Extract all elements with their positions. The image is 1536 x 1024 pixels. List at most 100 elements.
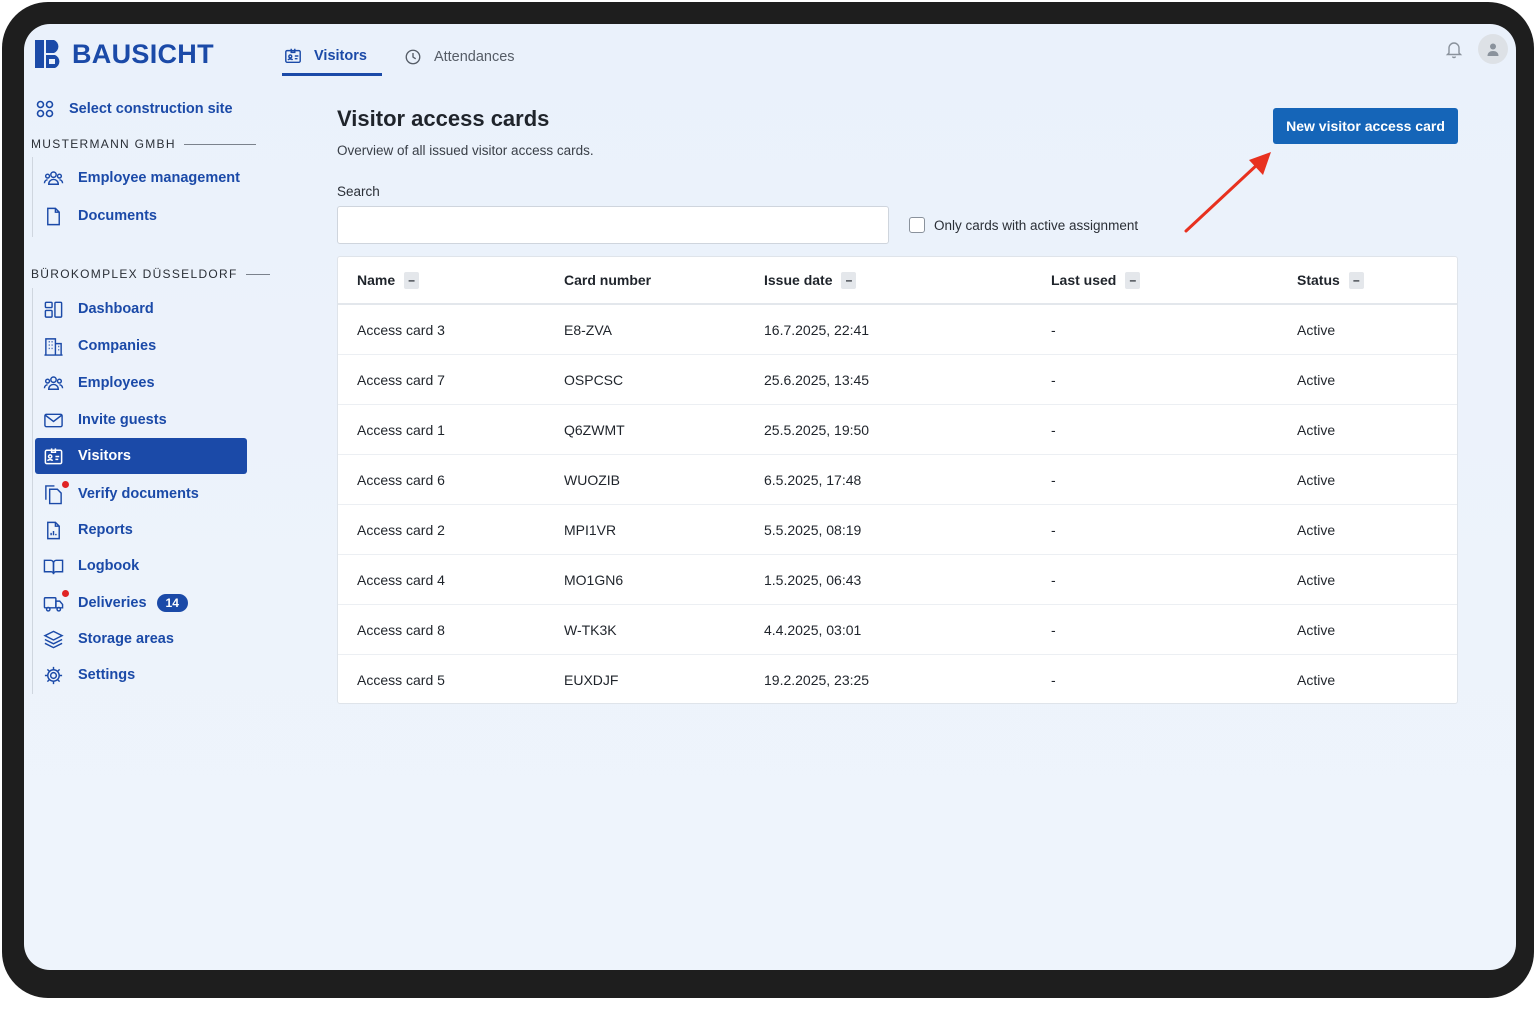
annotation-arrow-icon: [1184, 152, 1271, 233]
cell-status: Active: [1297, 672, 1336, 688]
cell-last-used: -: [1051, 421, 1056, 438]
sidebar-item-logbook[interactable]: Logbook: [35, 548, 247, 584]
icon-wrapper: [43, 480, 69, 505]
active-assignment-filter[interactable]: Only cards with active assignment: [909, 217, 1138, 233]
column-label: Issue date: [764, 272, 833, 288]
sidebar-item-label: Companies: [78, 338, 157, 354]
site-section-label: BÜROKOMPLEX DÜSSELDORF: [31, 267, 270, 281]
search-input[interactable]: [337, 206, 889, 244]
cell-card-number: MO1GN6: [564, 571, 624, 588]
deliveries-count-badge: 14: [156, 594, 188, 612]
active-assignment-checkbox[interactable]: [909, 217, 925, 233]
new-visitor-card-button[interactable]: New visitor access card: [1273, 108, 1458, 144]
sidebar-item-invite-guests[interactable]: Invite guests: [35, 402, 247, 438]
sidebar-item-reports[interactable]: Reports: [35, 512, 247, 548]
table-row[interactable]: Access card 4 MO1GN6 1.5.2025, 06:43 - A…: [338, 555, 1457, 605]
cell-issue-date: 1.5.2025, 06:43: [764, 571, 862, 588]
cell-card-number: OSPCSC: [564, 371, 624, 388]
clock-icon: [405, 49, 421, 65]
table-row[interactable]: Access card 2 MPI1VR 5.5.2025, 08:19 - A…: [338, 505, 1457, 555]
cell-status: Active: [1297, 521, 1336, 538]
visitor-cards-table: Name – Card number Issue date – Last use…: [337, 256, 1458, 704]
user-avatar-icon[interactable]: [1478, 34, 1508, 64]
truck-icon: [43, 596, 64, 612]
section-title: MUSTERMANN GMBH: [31, 137, 176, 151]
sidebar-item-settings[interactable]: Settings: [35, 657, 247, 693]
cell-card-number: E8-ZVA: [564, 321, 612, 338]
divider: [183, 143, 256, 145]
sort-icon[interactable]: –: [1348, 271, 1364, 289]
table-row[interactable]: Access card 5 EUXDJF 19.2.2025, 23:25 - …: [338, 655, 1457, 705]
column-header-issue-date[interactable]: Issue date –: [764, 271, 1051, 289]
notification-dot: [62, 589, 69, 597]
cell-status: Active: [1297, 571, 1336, 588]
cell-status: Active: [1297, 371, 1336, 388]
sidebar-item-deliveries[interactable]: Deliveries 14: [35, 585, 247, 621]
column-header-name[interactable]: Name –: [338, 271, 564, 289]
page-title: Visitor access cards: [337, 106, 550, 131]
cell-issue-date: 25.5.2025, 19:50: [764, 421, 870, 438]
table-row[interactable]: Access card 1 Q6ZWMT 25.5.2025, 19:50 - …: [338, 405, 1457, 455]
logo-mark-icon: [35, 40, 60, 68]
table-row[interactable]: Access card 8 W-TK3K 4.4.2025, 03:01 - A…: [338, 605, 1457, 655]
page-subtitle: Overview of all issued visitor access ca…: [337, 143, 594, 158]
table-row[interactable]: Access card 6 WUOZIB 6.5.2025, 17:48 - A…: [338, 455, 1457, 505]
cell-issue-date: 6.5.2025, 17:48: [764, 471, 862, 488]
dashboard-icon: [44, 301, 63, 318]
tab-attendances[interactable]: Attendances: [402, 38, 530, 76]
cell-status: Active: [1297, 471, 1336, 488]
sidebar-item-label: Storage areas: [78, 631, 174, 647]
brand-logo[interactable]: BAUSICHT: [32, 38, 214, 70]
select-construction-site[interactable]: Select construction site: [35, 99, 233, 119]
cell-last-used: -: [1051, 371, 1056, 388]
grid-icon: [36, 100, 54, 118]
cell-issue-date: 19.2.2025, 23:25: [764, 672, 870, 688]
divider: [245, 273, 270, 275]
cell-name: Access card 7: [357, 371, 445, 388]
cell-card-number: MPI1VR: [564, 521, 617, 538]
search-label: Search: [337, 184, 380, 199]
table-row[interactable]: Access card 3 E8-ZVA 16.7.2025, 22:41 - …: [338, 305, 1457, 355]
column-header-card-number: Card number: [564, 272, 764, 288]
envelope-icon: [44, 413, 63, 427]
cell-card-number: EUXDJF: [564, 672, 619, 688]
tab-visitors[interactable]: Visitors: [282, 38, 382, 76]
sidebar-item-documents[interactable]: Documents: [35, 198, 247, 234]
cell-name: Access card 5: [357, 672, 445, 688]
cell-card-number: Q6ZWMT: [564, 421, 625, 438]
bell-icon[interactable]: [1444, 39, 1464, 59]
sidebar-item-label: Dashboard: [78, 301, 154, 317]
sidebar-item-verify-documents[interactable]: Verify documents: [35, 476, 247, 512]
sort-icon[interactable]: –: [841, 271, 857, 289]
sidebar-item-label: Verify documents: [78, 486, 199, 502]
sidebar-item-visitors[interactable]: Visitors: [35, 438, 247, 474]
cell-issue-date: 16.7.2025, 22:41: [764, 321, 870, 338]
company-nav-group: [32, 157, 33, 237]
sidebar-item-employee-management[interactable]: Employee management: [35, 160, 247, 196]
cell-last-used: -: [1051, 471, 1056, 488]
sort-icon[interactable]: –: [1125, 271, 1141, 289]
sidebar-item-employees[interactable]: Employees: [35, 365, 247, 401]
notification-dot: [62, 480, 69, 488]
column-header-status[interactable]: Status –: [1297, 271, 1457, 289]
cell-card-number: WUOZIB: [564, 471, 620, 488]
people-icon: [43, 375, 64, 390]
sidebar-item-label: Invite guests: [78, 412, 167, 428]
sidebar-item-storage-areas[interactable]: Storage areas: [35, 621, 247, 657]
sidebar-item-companies[interactable]: Companies: [35, 328, 247, 364]
id-card-icon: [285, 48, 301, 63]
sidebar-item-dashboard[interactable]: Dashboard: [35, 291, 247, 327]
table-row[interactable]: Access card 7 OSPCSC 25.6.2025, 13:45 - …: [338, 355, 1457, 405]
column-label: Last used: [1051, 272, 1117, 288]
id-card-icon: [44, 447, 63, 464]
book-icon: [43, 559, 64, 574]
column-header-last-used[interactable]: Last used –: [1051, 271, 1297, 289]
sidebar-item-label: Settings: [78, 667, 136, 683]
sidebar-item-label: Employee management: [78, 170, 240, 186]
checkbox-label: Only cards with active assignment: [934, 217, 1139, 233]
cell-status: Active: [1297, 621, 1336, 638]
column-label: Name: [357, 272, 396, 288]
device-frame: BAUSICHT Visitors Attendances Select con…: [2, 2, 1534, 998]
sort-icon[interactable]: –: [404, 271, 420, 289]
layers-icon: [43, 630, 64, 648]
